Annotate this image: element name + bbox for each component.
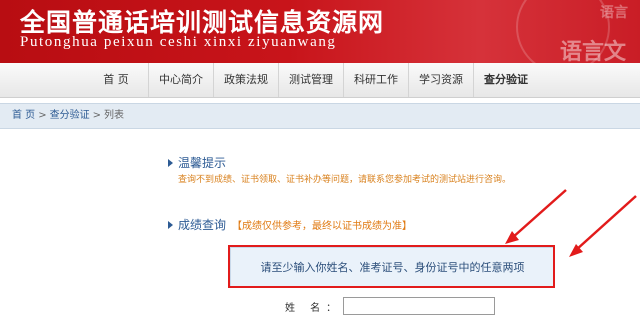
annotation-arrows — [505, 189, 637, 257]
annotation-arrow-left — [511, 189, 567, 239]
annotation-arrow-right — [575, 195, 637, 251]
